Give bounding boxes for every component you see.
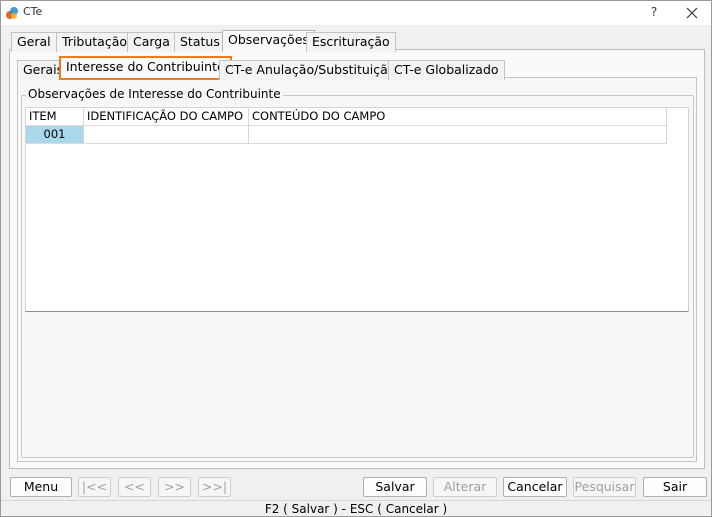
table-row[interactable]: 001: [26, 126, 667, 144]
tab-escrituracao[interactable]: Escrituração: [306, 32, 396, 52]
column-header-conteudo[interactable]: CONTEÚDO DO CAMPO: [249, 108, 667, 126]
cell-identificacao[interactable]: [84, 126, 249, 144]
help-button[interactable]: ?: [645, 3, 663, 21]
title-bar: CTe ?: [1, 1, 711, 25]
cancel-button[interactable]: Cancelar: [503, 477, 567, 497]
tab-observacoes[interactable]: Observações: [222, 30, 315, 52]
app-icon: [6, 7, 18, 19]
search-button[interactable]: Pesquisar: [573, 477, 636, 497]
tab-carga[interactable]: Carga: [127, 32, 176, 52]
previous-record-button[interactable]: <<: [118, 477, 151, 497]
last-record-button[interactable]: >>|: [198, 477, 231, 497]
cell-conteudo[interactable]: [249, 126, 667, 144]
observacoes-grid[interactable]: ITEM IDENTIFICAÇÃO DO CAMPO CONTEÚDO DO …: [25, 107, 689, 312]
edit-button[interactable]: Alterar: [433, 477, 497, 497]
cell-item[interactable]: 001: [26, 126, 84, 144]
exit-button[interactable]: Sair: [643, 477, 707, 497]
close-icon[interactable]: [683, 4, 701, 22]
save-button[interactable]: Salvar: [363, 477, 427, 497]
menu-button[interactable]: Menu: [10, 477, 72, 497]
tab-tributacao[interactable]: Tributação: [56, 32, 134, 52]
tab-geral[interactable]: Geral: [11, 32, 57, 52]
window-title: CTe: [23, 5, 43, 18]
tab-anulacao-substituicao[interactable]: CT-e Anulação/Substituição: [219, 60, 402, 80]
tab-interesse-contribuinte[interactable]: Interesse do Contribuinte: [59, 56, 232, 80]
grid-header-row: ITEM IDENTIFICAÇÃO DO CAMPO CONTEÚDO DO …: [26, 108, 667, 126]
tab-globalizado[interactable]: CT-e Globalizado: [388, 60, 505, 80]
status-bar: F2 ( Salvar ) - ESC ( Cancelar ): [1, 500, 711, 516]
column-header-item[interactable]: ITEM: [26, 108, 84, 126]
next-record-button[interactable]: >>: [158, 477, 191, 497]
groupbox-title: Observações de Interesse do Contribuinte: [26, 87, 283, 101]
column-header-identificacao[interactable]: IDENTIFICAÇÃO DO CAMPO: [84, 108, 249, 126]
tab-status[interactable]: Status: [174, 32, 226, 52]
first-record-button[interactable]: |<<: [78, 477, 111, 497]
